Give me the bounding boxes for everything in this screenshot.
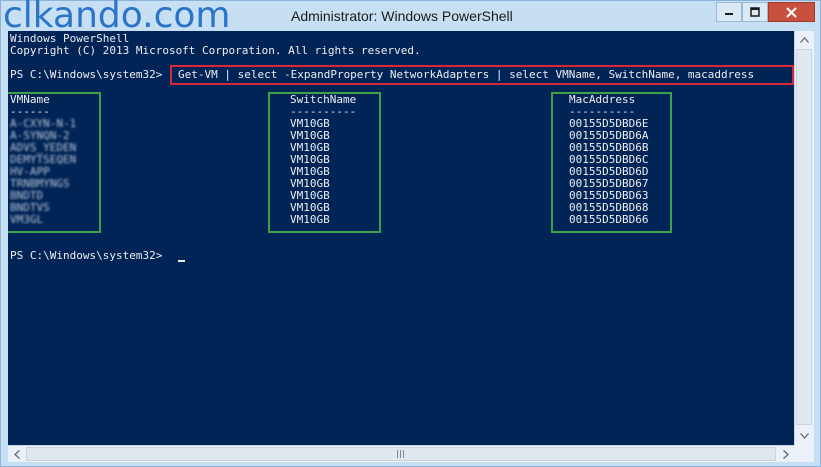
command-highlight-box: [170, 65, 794, 85]
powershell-window: clkando.com Administrator: Windows Power…: [0, 0, 821, 467]
chevron-up-icon: [800, 36, 809, 43]
minimize-icon: [725, 13, 733, 15]
chevron-down-icon: [800, 432, 809, 439]
grip-icon: [397, 450, 405, 458]
scroll-down-button[interactable]: [795, 427, 814, 444]
maximize-button[interactable]: [742, 2, 768, 22]
macaddress-column-highlight: [551, 92, 672, 233]
vertical-scrollbar[interactable]: [794, 31, 814, 445]
banner-line-2: Copyright (C) 2013 Microsoft Corporation…: [10, 44, 421, 57]
maximize-icon: [750, 7, 760, 17]
close-button[interactable]: [768, 2, 815, 22]
scroll-up-button[interactable]: [795, 31, 814, 48]
vertical-scroll-thumb[interactable]: [796, 49, 812, 425]
horizontal-scrollbar[interactable]: [8, 445, 794, 462]
vmname-column-highlight: [8, 92, 101, 233]
close-icon: [786, 6, 797, 18]
scroll-right-button[interactable]: [777, 446, 794, 462]
switchname-column-highlight: [268, 92, 381, 233]
chevron-left-icon: [13, 449, 20, 459]
window-title: Administrator: Windows PowerShell: [291, 8, 513, 24]
final-prompt: PS C:\Windows\system32>: [10, 249, 163, 262]
minimize-button[interactable]: [716, 2, 742, 22]
horizontal-scroll-thumb[interactable]: [26, 447, 776, 461]
prompt: PS C:\Windows\system32>: [10, 68, 163, 81]
console-output[interactable]: Windows PowerShell Copyright (C) 2013 Mi…: [8, 31, 794, 445]
scroll-left-button[interactable]: [8, 446, 25, 462]
scrollbar-corner: [794, 445, 814, 462]
text-cursor: [178, 260, 185, 262]
chevron-right-icon: [782, 449, 789, 459]
title-bar[interactable]: clkando.com Administrator: Windows Power…: [1, 0, 821, 36]
